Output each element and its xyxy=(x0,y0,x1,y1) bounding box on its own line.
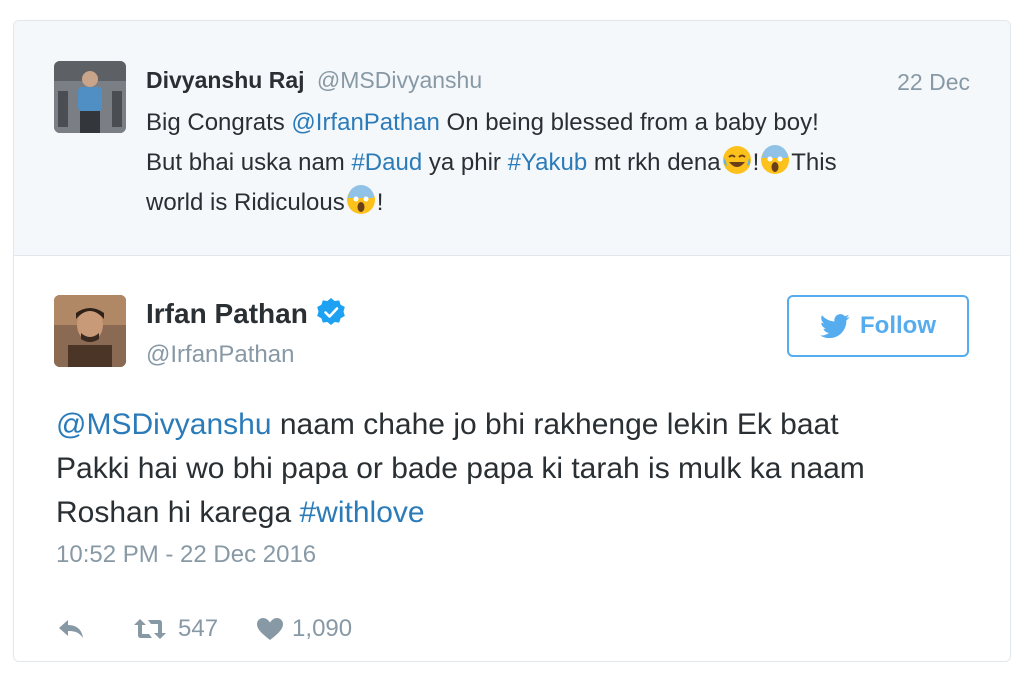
quoted-avatar[interactable] xyxy=(54,61,126,133)
text-segment: world is Ridiculous xyxy=(146,189,345,216)
reply-button[interactable] xyxy=(56,617,86,641)
text-segment: But bhai uska nam xyxy=(146,149,352,176)
hashtag-link[interactable]: #Daud xyxy=(351,149,422,176)
mention-link[interactable]: @IrfanPathan xyxy=(291,109,439,136)
like-count: 1,090 xyxy=(292,615,353,642)
laughing-emoji xyxy=(722,146,751,174)
text-segment: Pakki hai wo bhi papa or bade papa ki ta… xyxy=(56,452,865,485)
quoted-tweet[interactable]: Divyanshu Raj @MSDivyanshu 22 Dec Big Co… xyxy=(14,21,1010,256)
screaming-emoji xyxy=(761,145,790,174)
verified-badge-icon xyxy=(317,298,345,325)
retweet-button[interactable]: 547 xyxy=(132,615,218,643)
embedded-tweet-card: Divyanshu Raj @MSDivyanshu 22 Dec Big Co… xyxy=(13,20,1011,662)
tweet-timestamp[interactable]: 10:52 PM - 22 Dec 2016 xyxy=(56,541,316,569)
hashtag-link[interactable]: #withlove xyxy=(300,496,425,529)
tweet-actions: 547 1,090 xyxy=(56,611,352,647)
quoted-header: Divyanshu Raj @MSDivyanshu xyxy=(146,67,482,94)
retweet-icon xyxy=(134,619,166,639)
author-handle[interactable]: @IrfanPathan xyxy=(146,341,294,369)
follow-button[interactable]: Follow xyxy=(787,295,969,357)
text-segment: ! xyxy=(376,189,384,216)
quoted-tweet-text: Big Congrats @IrfanPathan On being bless… xyxy=(146,103,986,223)
tweet-text: @MSDivyanshu naam chahe jo bhi rakhenge … xyxy=(56,403,976,535)
quoted-author-handle[interactable]: @MSDivyanshu xyxy=(317,67,482,93)
hashtag-link[interactable]: #Yakub xyxy=(508,149,588,176)
author-name-text[interactable]: Irfan Pathan xyxy=(146,298,308,329)
text-segment: ! xyxy=(752,149,760,176)
retweet-count: 547 xyxy=(178,615,219,642)
quoted-date[interactable]: 22 Dec xyxy=(897,69,970,96)
author-avatar[interactable] xyxy=(54,295,126,367)
text-segment: mt rkh dena xyxy=(587,149,721,176)
main-tweet: Irfan Pathan @IrfanPathan Follow @MSDivy… xyxy=(14,255,1010,661)
screaming-emoji xyxy=(346,185,375,214)
like-button[interactable]: 1,090 xyxy=(256,615,352,643)
text-segment: On being blessed from a baby boy! xyxy=(439,109,819,136)
author-name[interactable]: Irfan Pathan xyxy=(146,297,346,330)
quoted-author-name[interactable]: Divyanshu Raj xyxy=(146,67,305,93)
follow-label: Follow xyxy=(860,312,936,339)
text-segment: Big Congrats xyxy=(146,109,292,136)
heart-icon xyxy=(257,618,284,640)
reply-icon xyxy=(59,620,83,638)
text-segment: This xyxy=(791,149,837,176)
text-segment: Roshan hi karega xyxy=(56,496,300,529)
twitter-bird-icon xyxy=(820,313,850,338)
text-segment: naam chahe jo bhi rakhenge lekin Ek baat xyxy=(271,408,839,441)
mention-link[interactable]: @MSDivyanshu xyxy=(56,408,272,441)
text-segment: ya phir xyxy=(422,149,508,176)
